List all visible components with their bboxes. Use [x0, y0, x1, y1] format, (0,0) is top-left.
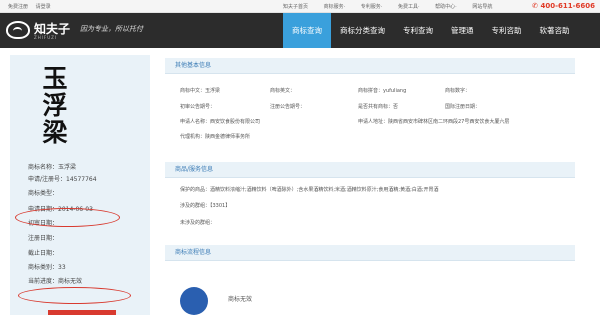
field-intl-date: 国际注册日期：	[445, 104, 481, 110]
info-row-status: 当前进度：商标无效	[28, 276, 82, 285]
info-value: 玉浮梁	[58, 164, 77, 171]
logo-mark-icon	[6, 21, 30, 39]
patent-service-menu[interactable]: 专利服务·	[361, 3, 383, 10]
register-link[interactable]: 免费注册	[8, 4, 28, 10]
info-row-class: 商标类别：33	[28, 262, 66, 271]
info-label: 商标类别：	[28, 264, 59, 271]
info-label: 申请/注册号：	[28, 176, 67, 183]
apply-date-highlight	[15, 208, 120, 227]
process-status-label: 商标无效	[228, 296, 253, 303]
field-cn-name: 商标中文：玉浮梁	[180, 88, 221, 94]
nav-software-funding[interactable]: 软著咨助	[531, 13, 579, 48]
main-nav: 商标查询 商标分类查询 专利查询 管理通 专利咨助 软著咨助	[283, 13, 579, 48]
trademark-char-2: 浮	[42, 91, 68, 120]
info-row-type: 商标类型：	[28, 188, 58, 197]
info-label: 截止日期：	[28, 250, 59, 257]
goods-groups: 涉及的群组：【3301】	[180, 203, 231, 209]
info-value: 33	[58, 264, 66, 271]
red-underline-bar	[48, 310, 116, 315]
hotline: ✆ 400-611-6606	[532, 2, 595, 10]
nav-patent-search[interactable]: 专利查询	[394, 13, 442, 48]
field-pinyin: 商标拼音：yufuliang	[358, 88, 407, 94]
login-link[interactable]: 请登录	[36, 4, 51, 10]
field-agency: 代理机构：陕西金德律师事务所	[180, 134, 251, 140]
field-applicant-address: 申请人地址：陕西省西安市碑林区南二环西段27号西安饮食大厦六层	[358, 119, 510, 125]
top-utility-bar: 免费注册 请登录 知夫子首页 商标服务· 专利服务· 免费工具· 帮助中心· 网…	[0, 0, 600, 13]
field-reg-issue: 注册公告期号：	[270, 104, 306, 110]
auth-links: 免费注册 请登录	[8, 3, 57, 10]
slogan: 因为专业，所以托付	[80, 25, 143, 33]
info-label: 商标名称：	[28, 164, 59, 171]
site-logo[interactable]: 知夫子 ZHIFUZI	[6, 19, 76, 43]
field-applicant: 申请人名称：西安饮食股份有限公司	[180, 119, 261, 125]
trademark-service-menu[interactable]: 商标服务·	[324, 3, 346, 10]
process-node	[180, 287, 208, 315]
site-nav-link[interactable]: 网站导航	[472, 3, 492, 10]
goods-protected: 保护的商品：酒精饮料浓缩汁;酒精饮料（啤酒除外）;含水果酒精饮料;米酒;酒精饮料…	[180, 187, 439, 193]
field-prelim-issue: 初审公告期号：	[180, 104, 216, 110]
info-label: 当前进度：	[28, 278, 59, 285]
field-digits: 商标数字：	[445, 88, 471, 94]
info-row-name: 商标名称：玉浮梁	[28, 162, 76, 171]
info-label: 注册日期：	[28, 235, 59, 242]
hotline-number: 400-611-6606	[540, 2, 595, 10]
home-link[interactable]: 知夫子首页	[283, 3, 308, 10]
help-center-menu[interactable]: 帮助中心·	[435, 3, 457, 10]
trademark-image: 玉 浮 梁	[30, 65, 80, 150]
phone-icon: ✆	[532, 2, 539, 10]
main-header: 知夫子 ZHIFUZI 因为专业，所以托付 商标查询 商标分类查询 专利查询 管…	[0, 13, 600, 48]
info-row-expiry-date: 截止日期：	[28, 248, 58, 257]
nav-trademark-class-search[interactable]: 商标分类查询	[331, 13, 394, 48]
field-en-name: 商标英文：	[270, 88, 296, 94]
status-highlight	[18, 287, 131, 304]
basic-info-header: 其他基本信息	[165, 58, 575, 74]
top-links: 知夫子首页 商标服务· 专利服务· 免费工具· 帮助中心· 网站导航	[283, 3, 506, 10]
process-info-header: 商标流程信息	[165, 245, 575, 261]
info-row-reg-no: 申请/注册号：14577764	[28, 174, 97, 183]
nav-patent-funding[interactable]: 专利咨助	[483, 13, 531, 48]
info-label: 商标类型：	[28, 190, 59, 197]
field-shared: 是否共有商标：否	[358, 104, 399, 110]
trademark-char-1: 玉	[42, 64, 68, 93]
info-row-reg-date: 注册日期：	[28, 233, 58, 242]
nav-trademark-search[interactable]: 商标查询	[283, 13, 331, 48]
goods-excluded-groups: 未涉及的群组：	[180, 220, 216, 226]
info-value: 14577764	[66, 176, 97, 183]
brand-subtitle: ZHIFUZI	[34, 35, 58, 40]
info-value: 商标无效	[58, 278, 83, 285]
trademark-char-3: 梁	[42, 118, 68, 147]
free-tools-menu[interactable]: 免费工具·	[398, 3, 420, 10]
goods-info-header: 商品/服务信息	[165, 162, 575, 178]
nav-management[interactable]: 管理通	[442, 13, 483, 48]
